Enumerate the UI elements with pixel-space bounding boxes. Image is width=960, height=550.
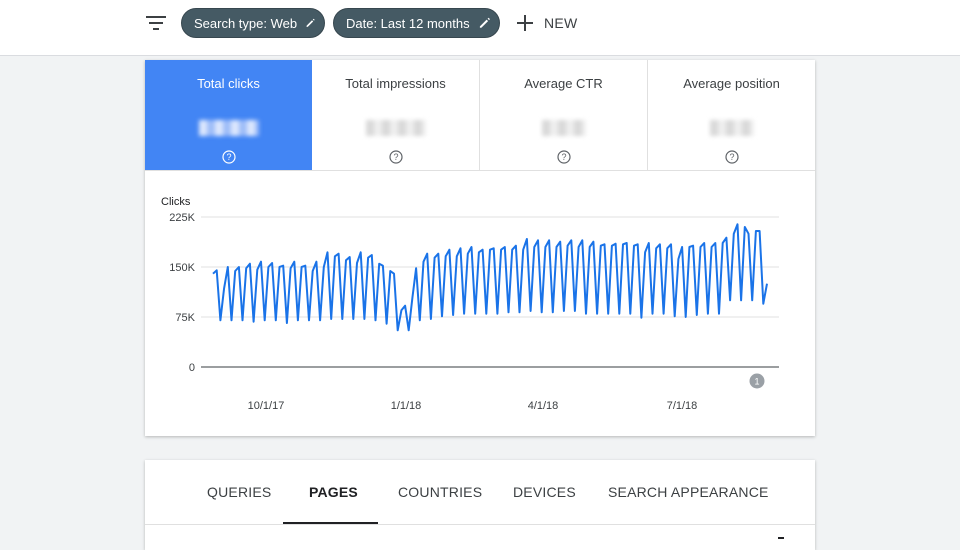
search-type-chip[interactable]: Search type: Web [181, 8, 325, 38]
dimension-tabs-card: QUERIES PAGES COUNTRIES DEVICES SEARCH A… [145, 460, 815, 550]
tab-countries[interactable]: COUNTRIES [398, 484, 482, 500]
annotation-number: 1 [754, 377, 759, 387]
svg-text:?: ? [729, 152, 734, 162]
svg-text:?: ? [561, 152, 566, 162]
pencil-icon[interactable] [305, 16, 316, 30]
metric-average-position[interactable]: Average position ? [648, 60, 815, 170]
y-axis-label: Clicks [161, 196, 191, 208]
filter-list-icon[interactable] [146, 14, 168, 32]
x-tick-label: 10/1/17 [248, 400, 285, 412]
metric-total-impressions[interactable]: Total impressions ? [312, 60, 480, 170]
toolbar: Search type: Web Date: Last 12 months NE… [0, 0, 960, 56]
tabs-divider [145, 524, 815, 525]
chart-grid [201, 216, 779, 368]
metric-label: Total clicks [197, 76, 260, 91]
clicks-series-line[interactable] [212, 223, 768, 332]
y-tick-label: 150K [169, 262, 195, 274]
y-axis-ticks: 0 75K 150K 225K [169, 212, 195, 374]
help-icon[interactable]: ? [221, 150, 236, 164]
new-filter-label: NEW [544, 15, 578, 31]
tab-pages[interactable]: PAGES [309, 484, 358, 500]
table-corner-mark [778, 537, 784, 539]
y-tick-label: 0 [189, 362, 195, 374]
help-icon[interactable]: ? [388, 150, 403, 164]
search-type-chip-label: Search type: Web [194, 15, 298, 31]
plus-icon [517, 15, 533, 31]
tab-search-appearance[interactable]: SEARCH APPEARANCE [608, 484, 769, 500]
x-tick-label: 7/1/18 [667, 400, 698, 412]
date-range-chip[interactable]: Date: Last 12 months [333, 8, 500, 38]
metric-tiles: Total clicks ? Total impressions ? Avera… [145, 60, 815, 171]
x-axis-ticks: 10/1/17 1/1/18 4/1/18 7/1/18 [248, 400, 698, 412]
y-tick-label: 225K [169, 212, 195, 224]
clicks-line-chart: Clicks 0 75K 150K 225K 10/1/17 1/1/18 4/1/18 7… [161, 196, 779, 412]
pencil-icon[interactable] [478, 16, 491, 30]
metric-label: Average position [683, 76, 780, 91]
performance-card: Total clicks ? Total impressions ? Avera… [145, 60, 815, 436]
help-icon[interactable]: ? [556, 150, 571, 164]
y-tick-label: 75K [175, 312, 195, 324]
metric-label: Total impressions [345, 76, 446, 91]
metric-value-redacted [541, 120, 586, 136]
svg-text:?: ? [226, 152, 231, 162]
metric-value-redacted [198, 120, 259, 136]
annotation-badge[interactable]: 1 [749, 373, 765, 389]
clicks-chart: Clicks 0 75K 150K 225K 10/1/17 1/1/18 4/1/18 7… [145, 170, 815, 436]
tab-queries[interactable]: QUERIES [207, 484, 271, 500]
date-range-chip-label: Date: Last 12 months [346, 15, 470, 31]
new-filter-button[interactable]: NEW [516, 12, 578, 34]
svg-text:?: ? [393, 152, 398, 162]
tab-devices[interactable]: DEVICES [513, 484, 576, 500]
x-tick-label: 1/1/18 [391, 400, 422, 412]
metric-label: Average CTR [524, 76, 603, 91]
help-icon[interactable]: ? [724, 150, 739, 164]
metric-value-redacted [365, 120, 426, 136]
metric-average-ctr[interactable]: Average CTR ? [480, 60, 648, 170]
metric-value-redacted [709, 120, 754, 136]
x-tick-label: 4/1/18 [528, 400, 559, 412]
metric-total-clicks[interactable]: Total clicks ? [145, 60, 312, 170]
